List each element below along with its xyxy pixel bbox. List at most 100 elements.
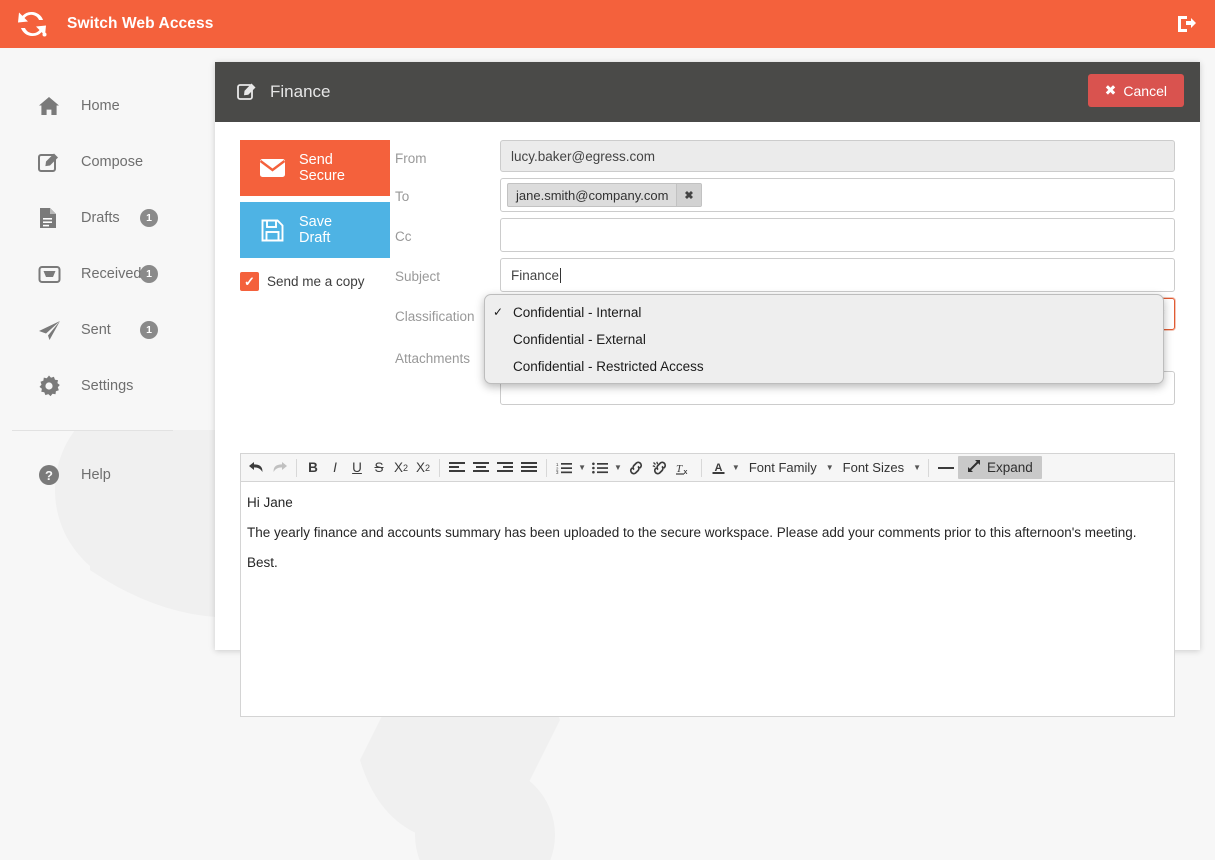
toolbar-separator — [928, 458, 929, 477]
redo-icon[interactable] — [268, 456, 291, 479]
font-sizes-select[interactable]: Font Sizes — [836, 460, 911, 475]
document-icon — [38, 207, 68, 229]
align-justify-icon[interactable] — [517, 456, 541, 479]
subject-row: Subject Finance — [395, 258, 1185, 292]
classification-option-external[interactable]: Confidential - External — [485, 329, 1163, 349]
compose-actions: Send Secure Save Draft ✓ Send me a copy — [240, 140, 390, 291]
question-circle-icon: ? — [38, 464, 68, 486]
superscript-icon[interactable]: X2 — [412, 456, 434, 479]
bullet-list-icon[interactable] — [588, 456, 612, 479]
checkmark-icon: ✓ — [493, 305, 504, 319]
toolbar-separator — [296, 458, 297, 477]
sidebar-item-received[interactable]: Received 1 — [0, 246, 195, 302]
send-me-a-copy-checkbox[interactable]: ✓ Send me a copy — [240, 272, 390, 291]
numbered-list-icon[interactable]: 1 2 3 — [552, 456, 576, 479]
svg-text:3: 3 — [556, 470, 559, 474]
sidebar-badge-drafts: 1 — [140, 209, 158, 227]
from-label: From — [395, 151, 427, 166]
save-draft-button[interactable]: Save Draft — [240, 202, 390, 258]
align-left-icon[interactable] — [445, 456, 469, 479]
subject-field[interactable]: Finance — [500, 258, 1175, 292]
remove-recipient-icon[interactable]: ✖ — [676, 184, 701, 206]
subject-value: Finance — [511, 267, 560, 283]
app-top-bar: Switch Web Access — [0, 0, 1215, 48]
classification-dropdown-menu[interactable]: ✓ Confidential - Internal Confidential -… — [484, 294, 1164, 384]
sidebar-nav: Home Compose Drafts 1 Received 1 Sent 1 … — [0, 48, 195, 690]
logout-icon[interactable] — [1173, 11, 1199, 37]
text-caret — [560, 267, 562, 283]
unlink-icon[interactable] — [648, 456, 672, 479]
sidebar-item-label: Drafts — [81, 210, 120, 226]
svg-text:T: T — [676, 463, 683, 475]
align-right-icon[interactable] — [493, 456, 517, 479]
align-center-icon[interactable] — [469, 456, 493, 479]
font-family-dropdown-icon[interactable]: ▼ — [824, 463, 836, 472]
numbered-list-dropdown-icon[interactable]: ▼ — [576, 463, 588, 472]
sidebar-divider — [12, 430, 173, 431]
sidebar-item-label: Sent — [81, 322, 111, 338]
font-family-select[interactable]: Font Family — [742, 460, 824, 475]
cc-row: Cc — [395, 218, 1185, 252]
sidebar-item-home[interactable]: Home — [0, 78, 195, 134]
send-secure-button[interactable]: Send Secure — [240, 140, 390, 196]
rich-text-editor: B I U S X2 X2 1 2 3 ▼ ▼ T x A ▼ Font Fam… — [240, 453, 1175, 717]
sidebar-item-label: Settings — [81, 378, 134, 394]
sidebar-item-label: Help — [81, 467, 111, 483]
email-body-paragraph: The yearly finance and accounts summary … — [247, 525, 1137, 540]
bold-icon[interactable]: B — [302, 456, 324, 479]
underline-icon[interactable]: U — [346, 456, 368, 479]
italic-icon[interactable]: I — [324, 456, 346, 479]
sidebar-item-sent[interactable]: Sent 1 — [0, 302, 195, 358]
classification-option-label: Confidential - Restricted Access — [513, 358, 704, 374]
font-sizes-dropdown-icon[interactable]: ▼ — [911, 463, 923, 472]
page-title: Finance — [270, 82, 331, 101]
to-field[interactable]: jane.smith@company.com ✖ — [500, 178, 1175, 212]
expand-button-label: Expand — [987, 460, 1033, 475]
strikethrough-icon[interactable]: S — [368, 456, 390, 479]
toolbar-separator — [439, 458, 441, 477]
sidebar-item-settings[interactable]: Settings — [0, 358, 195, 414]
classification-option-restricted[interactable]: Confidential - Restricted Access — [485, 356, 1163, 376]
floppy-disk-icon — [254, 219, 290, 242]
sidebar-item-compose[interactable]: Compose — [0, 134, 195, 190]
horizontal-rule-icon[interactable] — [934, 456, 958, 479]
brand-title: Switch Web Access — [67, 15, 214, 32]
from-row: From lucy.baker@egress.com — [395, 140, 1185, 172]
checkmark-icon: ✓ — [240, 272, 259, 291]
paper-plane-icon — [38, 320, 68, 341]
toolbar-separator — [700, 458, 702, 477]
sidebar-item-drafts[interactable]: Drafts 1 — [0, 190, 195, 246]
email-body-paragraph: Hi Jane — [247, 495, 293, 510]
bullet-list-dropdown-icon[interactable]: ▼ — [612, 463, 624, 472]
text-color-icon[interactable]: A — [707, 456, 730, 479]
cc-label: Cc — [395, 229, 412, 244]
sidebar-item-help[interactable]: ? Help — [0, 447, 195, 503]
undo-icon[interactable] — [245, 456, 268, 479]
compose-icon — [237, 82, 258, 102]
gear-icon — [38, 375, 68, 397]
subscript-icon[interactable]: X2 — [390, 456, 412, 479]
sidebar-badge-sent: 1 — [140, 321, 158, 339]
send-me-a-copy-label: Send me a copy — [267, 274, 365, 289]
to-row: To jane.smith@company.com ✖ — [395, 178, 1185, 212]
email-body-paragraph: Best. — [247, 555, 278, 570]
cc-field[interactable] — [500, 218, 1175, 252]
toolbar-separator — [546, 458, 548, 477]
classification-option-label: Confidential - Internal — [513, 304, 642, 320]
subject-label: Subject — [395, 269, 441, 284]
recipient-token: jane.smith@company.com ✖ — [507, 183, 702, 207]
sidebar-item-label: Home — [81, 98, 120, 114]
classification-option-internal[interactable]: ✓ Confidential - Internal — [485, 302, 1163, 322]
expand-arrows-icon — [967, 459, 981, 476]
email-body[interactable]: Hi Jane The yearly finance and accounts … — [240, 482, 1175, 717]
cancel-button[interactable]: ✖ Cancel — [1087, 74, 1184, 107]
inbox-icon — [38, 264, 68, 284]
insert-link-icon[interactable] — [624, 456, 648, 479]
close-x-icon: ✖ — [1104, 82, 1117, 98]
compose-card-body: Send Secure Save Draft ✓ Send me a copy … — [215, 122, 1200, 717]
text-color-dropdown-icon[interactable]: ▼ — [730, 463, 742, 472]
to-label: To — [395, 189, 410, 204]
expand-button[interactable]: Expand — [958, 456, 1042, 479]
from-field: lucy.baker@egress.com — [500, 140, 1175, 172]
remove-format-icon[interactable]: T x — [672, 456, 696, 479]
